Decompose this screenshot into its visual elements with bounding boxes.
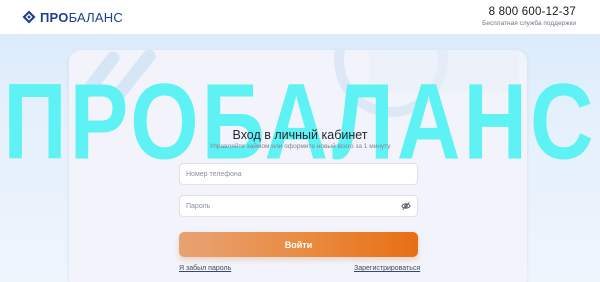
brand-logo[interactable]: ПРОБАЛАНС (22, 10, 123, 25)
contact-block: 8 800 600-12-37 Бесплатная служба поддер… (482, 6, 576, 27)
password-input[interactable] (186, 202, 401, 210)
phone-input[interactable] (186, 170, 411, 178)
brand-name: ПРОБАЛАНС (40, 9, 123, 25)
support-label: Бесплатная служба поддержки (482, 19, 576, 27)
login-button[interactable]: Войти (179, 232, 418, 257)
diamond-logo-icon (22, 10, 36, 24)
site-header: ПРОБАЛАНС 8 800 600-12-37 Бесплатная слу… (0, 0, 600, 34)
page-title: Вход в личный кабинет (232, 128, 368, 142)
page-subtitle: Управляйте займом или оформите новый все… (209, 143, 391, 150)
register-link[interactable]: Зарегистрироваться (354, 265, 420, 272)
support-phone[interactable]: 8 800 600-12-37 (482, 6, 576, 19)
eye-off-icon[interactable] (401, 201, 411, 211)
phone-field[interactable] (179, 163, 418, 185)
forgot-password-link[interactable]: Я забыл пароль (179, 265, 231, 272)
password-field[interactable] (179, 195, 418, 217)
